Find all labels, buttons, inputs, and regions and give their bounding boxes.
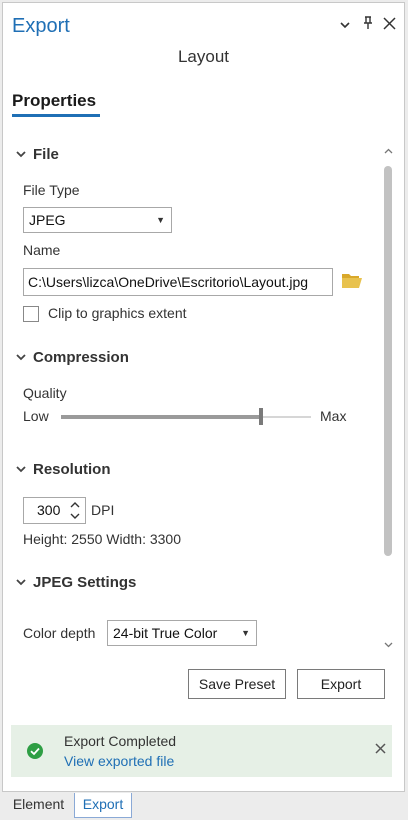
check-circle-icon — [26, 742, 44, 760]
quality-low-label: Low — [23, 408, 49, 424]
color-depth-value: 24-bit True Color — [113, 625, 218, 641]
section-jpeg-settings-label: JPEG Settings — [33, 574, 137, 591]
scroll-down-icon[interactable] — [381, 638, 395, 652]
tab-properties-underline — [12, 114, 100, 117]
resolution-dimensions: Height: 2550 Width: 3300 — [23, 531, 181, 547]
pane-title: Export — [12, 15, 70, 37]
file-type-label: File Type — [23, 182, 80, 198]
notification-title: Export Completed — [64, 733, 177, 749]
dropdown-arrow-icon: ▼ — [156, 215, 165, 225]
section-resolution-label: Resolution — [33, 461, 111, 478]
chevron-down-icon — [16, 352, 30, 364]
tab-properties[interactable]: Properties — [12, 91, 96, 111]
section-jpeg-settings-header[interactable]: JPEG Settings — [16, 574, 136, 591]
tab-element[interactable]: Element — [6, 793, 71, 818]
chevron-down-icon — [16, 577, 30, 589]
layout-subtitle: Layout — [177, 47, 230, 66]
close-icon[interactable] — [375, 741, 386, 758]
name-field[interactable]: C:\Users\lizca\OneDrive\Escritorio\Layou… — [23, 268, 333, 296]
stepper-down-icon[interactable] — [68, 511, 82, 523]
clip-label: Clip to graphics extent — [48, 305, 187, 321]
pin-icon[interactable] — [359, 16, 377, 34]
file-type-value: JPEG — [29, 212, 66, 228]
save-preset-button[interactable]: Save Preset — [188, 669, 286, 699]
tab-export[interactable]: Export — [74, 793, 132, 818]
section-file-label: File — [33, 146, 59, 163]
dpi-unit-label: DPI — [91, 502, 115, 518]
scrollbar-thumb[interactable] — [384, 166, 392, 556]
folder-icon[interactable] — [341, 271, 363, 291]
view-exported-file-link[interactable]: View exported file — [64, 753, 174, 769]
section-file-header[interactable]: File — [16, 146, 59, 163]
export-notification: Export Completed View exported file — [11, 725, 392, 777]
name-label: Name — [23, 242, 61, 258]
clip-checkbox[interactable] — [23, 306, 39, 322]
quality-slider-thumb[interactable] — [259, 408, 263, 425]
close-icon[interactable] — [380, 16, 398, 34]
vertical-scrollbar[interactable] — [381, 144, 395, 654]
chevron-down-icon — [16, 464, 30, 476]
quality-label: Quality — [23, 385, 67, 401]
dropdown-arrow-icon: ▼ — [241, 628, 250, 638]
bottom-tab-strip: Element Export — [0, 793, 408, 820]
quality-max-label: Max — [320, 408, 347, 424]
export-pane: Export Layout Properties File File Type … — [2, 2, 405, 792]
file-type-dropdown[interactable]: JPEG ▼ — [23, 207, 172, 233]
color-depth-label: Color depth — [23, 625, 96, 641]
section-compression-label: Compression — [33, 349, 129, 366]
stepper-up-icon[interactable] — [68, 499, 82, 511]
title-bar: Export — [3, 3, 404, 47]
color-depth-dropdown[interactable]: 24-bit True Color ▼ — [107, 620, 257, 646]
section-resolution-header[interactable]: Resolution — [16, 461, 111, 478]
chevron-down-icon — [16, 149, 30, 161]
scroll-up-icon[interactable] — [381, 144, 395, 158]
dpi-value: 300 — [37, 502, 61, 518]
export-button[interactable]: Export — [297, 669, 385, 699]
dpi-stepper[interactable]: 300 — [23, 497, 86, 524]
section-compression-header[interactable]: Compression — [16, 349, 129, 366]
quality-slider-fill — [61, 415, 261, 419]
chevron-down-icon[interactable] — [336, 16, 354, 34]
